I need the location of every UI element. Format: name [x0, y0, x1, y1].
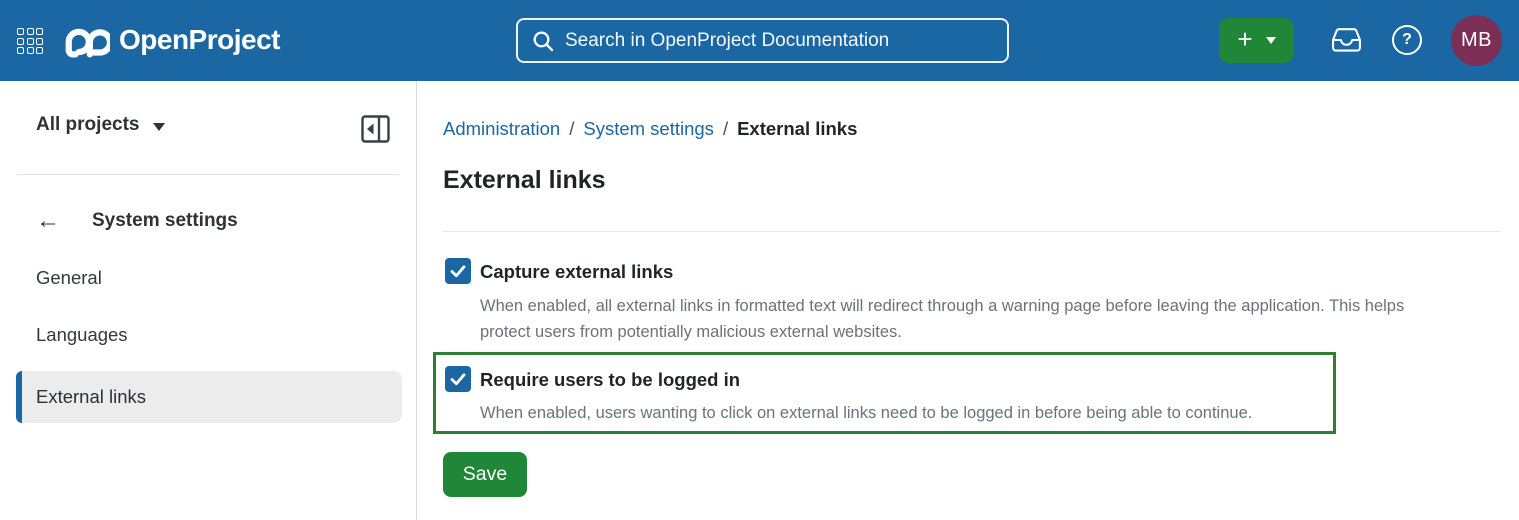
require-login-label[interactable]: Require users to be logged in [480, 369, 740, 391]
openproject-logo-icon [65, 28, 110, 58]
avatar-initials: MB [1461, 29, 1492, 51]
breadcrumb-administration[interactable]: Administration [443, 118, 560, 140]
openproject-logo[interactable]: OpenProject [62, 13, 280, 67]
collapse-sidebar-icon [361, 115, 390, 143]
sidebar-item-external-links[interactable]: External links [16, 371, 402, 423]
sidebar-item-languages[interactable]: Languages [36, 324, 128, 346]
chevron-down-icon [153, 122, 166, 131]
main-content: Administration / System settings / Exter… [418, 81, 1519, 520]
plus-icon: + [1237, 24, 1253, 54]
content-divider [443, 231, 1500, 232]
breadcrumb-system-settings[interactable]: System settings [583, 118, 714, 140]
project-filter-dropdown[interactable]: All projects [36, 114, 166, 136]
breadcrumb: Administration / System settings / Exter… [443, 118, 857, 140]
inbox-icon [1332, 28, 1361, 52]
highlighted-setting-box: Require users to be logged in When enabl… [433, 352, 1336, 434]
global-search[interactable] [516, 18, 1009, 63]
sidebar-section-title: System settings [92, 210, 238, 231]
sidebar-item-label: External links [36, 386, 147, 407]
question-mark-icon: ? [1402, 31, 1412, 48]
capture-external-links-label[interactable]: Capture external links [480, 261, 673, 283]
notifications-inbox-button[interactable] [1331, 25, 1362, 57]
chevron-down-icon [1265, 37, 1276, 44]
capture-external-links-checkbox[interactable] [445, 258, 471, 284]
save-button[interactable]: Save [443, 452, 527, 497]
apps-grid-icon[interactable] [17, 28, 43, 54]
checkmark-icon [450, 265, 466, 278]
sidebar-item-general[interactable]: General [36, 267, 102, 289]
app-name: OpenProject [119, 24, 280, 55]
breadcrumb-separator: / [722, 118, 729, 139]
project-filter-label: All projects [36, 114, 140, 135]
sidebar: All projects ← System settings General L… [0, 81, 417, 520]
require-login-checkbox[interactable] [445, 366, 471, 392]
page-title: External links [443, 166, 606, 194]
user-avatar[interactable]: MB [1451, 15, 1502, 66]
back-arrow-icon: ← [36, 207, 60, 234]
search-input[interactable] [565, 29, 993, 52]
breadcrumb-current: External links [737, 118, 858, 139]
require-login-description: When enabled, users wanting to click on … [480, 404, 1253, 422]
top-header: OpenProject + ? MB [0, 0, 1519, 81]
app-window: OpenProject + ? MB All proje [0, 0, 1519, 520]
capture-external-links-description: When enabled, all external links in form… [480, 297, 1405, 341]
breadcrumb-separator: / [569, 118, 575, 139]
sidebar-back-system-settings[interactable]: ← System settings [36, 209, 238, 233]
sidebar-divider [17, 174, 399, 175]
checkmark-icon [450, 373, 466, 386]
collapse-sidebar-button[interactable] [361, 115, 390, 146]
quick-add-button[interactable]: + [1219, 18, 1294, 63]
help-button[interactable]: ? [1392, 25, 1422, 55]
search-icon [533, 31, 554, 51]
